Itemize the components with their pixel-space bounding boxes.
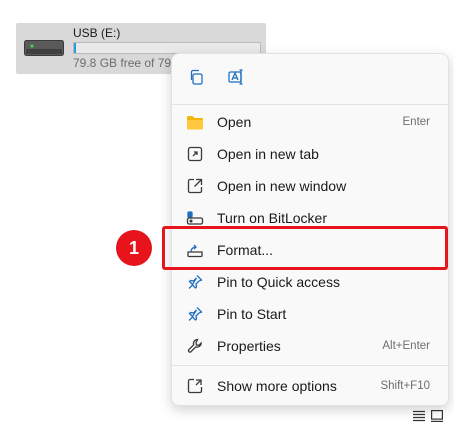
menu-separator xyxy=(172,365,448,366)
menu-item-shortcut: Shift+F10 xyxy=(380,380,430,392)
drive-name: USB (E:) xyxy=(73,26,121,40)
copy-icon xyxy=(188,69,204,90)
folder-icon xyxy=(186,113,204,131)
menu-item-shortcut: Enter xyxy=(402,116,431,128)
view-switcher xyxy=(413,409,444,427)
share-icon xyxy=(186,377,204,395)
details-view-icon[interactable] xyxy=(413,409,425,427)
menu-item-properties[interactable]: Properties Alt+Enter xyxy=(176,331,444,361)
menu-item-open-in-new-tab[interactable]: Open in new tab xyxy=(176,139,444,169)
menu-item-label: Show more options xyxy=(217,378,337,394)
menu-item-show-more-options[interactable]: Show more options Shift+F10 xyxy=(176,371,444,401)
menu-item-label: Turn on BitLocker xyxy=(217,210,327,226)
wrench-icon xyxy=(186,337,204,355)
rename-button[interactable] xyxy=(222,65,250,93)
usb-drive-icon xyxy=(24,40,64,61)
step-number-badge: 1 xyxy=(116,230,152,266)
pin-icon xyxy=(186,305,204,323)
quick-actions-bar xyxy=(172,54,448,104)
copy-button[interactable] xyxy=(182,65,210,93)
menu-item-label: Open xyxy=(217,114,252,130)
rename-icon xyxy=(227,68,245,91)
new-tab-icon xyxy=(186,145,204,163)
menu-item-open-in-new-window[interactable]: Open in new window xyxy=(176,171,444,201)
menu-item-label: Properties xyxy=(217,338,281,354)
menu-item-label: Open in new tab xyxy=(217,146,319,162)
format-highlight-box xyxy=(162,226,448,270)
menu-item-pin-to-quick-access[interactable]: Pin to Quick access xyxy=(176,267,444,297)
menu-item-label: Pin to Quick access xyxy=(217,274,340,290)
drive-capacity-fill xyxy=(74,43,76,53)
menu-item-label: Pin to Start xyxy=(217,306,287,322)
menu-item-open[interactable]: Open Enter xyxy=(176,107,444,137)
bitlocker-key-icon xyxy=(186,209,204,227)
pin-icon xyxy=(186,273,204,291)
menu-item-shortcut: Alt+Enter xyxy=(382,340,430,352)
tiles-view-icon[interactable] xyxy=(431,409,444,427)
menu-separator xyxy=(172,104,448,105)
menu-item-label: Open in new window xyxy=(217,178,347,194)
menu-item-pin-to-start[interactable]: Pin to Start xyxy=(176,299,444,329)
new-window-icon xyxy=(186,177,204,195)
